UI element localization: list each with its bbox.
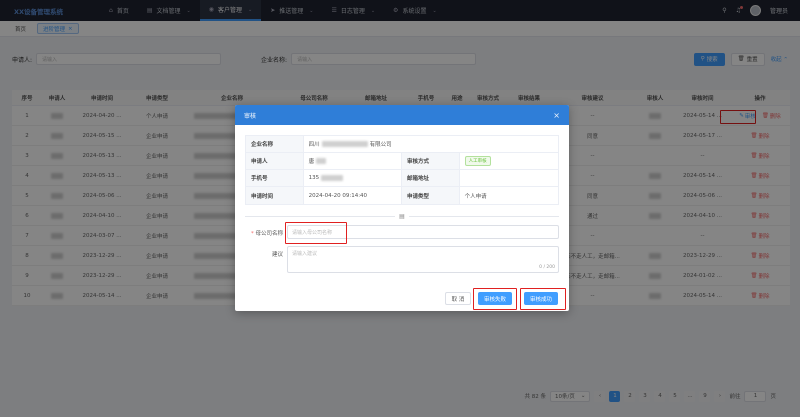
dialog-header: 审核 × <box>235 105 569 125</box>
method-value: 人工审核 <box>460 153 558 169</box>
applicant-value: 唐 <box>304 153 402 169</box>
apply-time-key: 申请时间 <box>246 187 304 204</box>
advice-label: 建议 <box>271 252 283 258</box>
apply-type-key: 申请类型 <box>402 187 460 204</box>
char-counter: 0 / 200 <box>539 265 555 270</box>
company-key: 企业名称 <box>246 136 304 152</box>
parent-input-highlight <box>285 222 347 244</box>
apply-time-value: 2024-04-20 09:14:40 <box>304 187 402 204</box>
parent-company-label: * 母公司名称 <box>250 231 283 237</box>
email-key: 邮箱地址 <box>402 170 460 186</box>
applicant-key: 申请人 <box>246 153 304 169</box>
phone-value: 135 <box>304 170 402 186</box>
email-value <box>460 170 558 186</box>
status-badge: 人工审核 <box>464 156 491 166</box>
document-icon: ▤ <box>399 212 405 220</box>
phone-key: 手机号 <box>246 170 304 186</box>
company-value: 四川 有限公司 <box>308 141 392 148</box>
apply-type-value: 个人申请 <box>464 193 487 200</box>
fail-button-highlight <box>473 288 517 310</box>
dialog-title: 审核 <box>244 112 257 120</box>
close-icon[interactable]: × <box>553 111 560 120</box>
advice-textarea[interactable]: 请输入建议 0 / 200 <box>287 246 559 273</box>
cancel-button[interactable]: 取 消 <box>445 292 471 305</box>
application-info: 企业名称 四川 有限公司 申请人 唐 审核方式 人工审核 手机号 135 邮箱地… <box>245 135 559 205</box>
section-divider: ▤ <box>245 212 559 220</box>
advice-placeholder: 请输入建议 <box>292 251 318 257</box>
method-key: 审核方式 <box>402 153 460 169</box>
audit-dialog: 审核 × 企业名称 四川 有限公司 申请人 唐 审核方式 人工审核 手机号 13… <box>235 105 569 311</box>
success-button-highlight <box>520 288 566 310</box>
